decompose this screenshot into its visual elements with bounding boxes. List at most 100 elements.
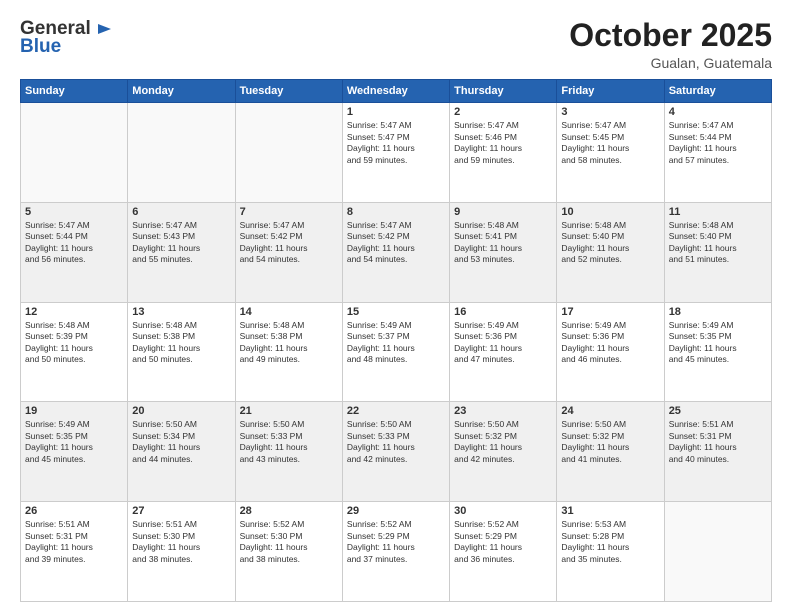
calendar-week-row: 5 Sunrise: 5:47 AM Sunset: 5:44 PM Daylig… xyxy=(21,202,772,302)
day-info: Sunrise: 5:51 AM Sunset: 5:31 PM Dayligh… xyxy=(669,419,767,465)
day-info: Sunrise: 5:52 AM Sunset: 5:29 PM Dayligh… xyxy=(347,519,445,565)
weekday-header: Monday xyxy=(128,80,235,103)
day-number: 25 xyxy=(669,405,767,417)
calendar-cell: 17 Sunrise: 5:49 AM Sunset: 5:36 PM Dayli… xyxy=(557,302,664,402)
calendar-cell: 14Sunrise: 5:48 AM Sunset: 5:38 PM Dayli… xyxy=(235,302,342,402)
calendar-cell: 1 Sunrise: 5:47 AM Sunset: 5:47 PM Daylig… xyxy=(342,103,449,203)
day-number: 27 xyxy=(132,505,230,517)
day-info: Sunrise: 5:47 AM Sunset: 5:44 PM Dayligh… xyxy=(669,120,767,166)
calendar-cell: 8Sunrise: 5:47 AM Sunset: 5:42 PM Daylig… xyxy=(342,202,449,302)
day-number: 28 xyxy=(240,505,338,517)
header: General Blue October 2025 Gualan, Guatem… xyxy=(20,18,772,71)
calendar-cell: 21 Sunrise: 5:50 AM Sunset: 5:33 PM Dayli… xyxy=(235,402,342,502)
day-number: 30 xyxy=(454,505,552,517)
day-number: 6 xyxy=(132,206,230,218)
calendar-cell: 10Sunrise: 5:48 AM Sunset: 5:40 PM Dayli… xyxy=(557,202,664,302)
day-number: 5 xyxy=(25,206,123,218)
day-number: 19 xyxy=(25,405,123,417)
day-info: Sunrise: 5:49 AM Sunset: 5:36 PM Dayligh… xyxy=(454,320,552,366)
calendar-week-row: 26Sunrise: 5:51 AM Sunset: 5:31 PM Dayli… xyxy=(21,502,772,602)
day-number: 18 xyxy=(669,306,767,318)
day-info: Sunrise: 5:49 AM Sunset: 5:37 PM Dayligh… xyxy=(347,320,445,366)
day-info: Sunrise: 5:52 AM Sunset: 5:29 PM Dayligh… xyxy=(454,519,552,565)
calendar-cell: 3 Sunrise: 5:47 AM Sunset: 5:45 PM Daylig… xyxy=(557,103,664,203)
calendar-cell: 15 Sunrise: 5:49 AM Sunset: 5:37 PM Dayli… xyxy=(342,302,449,402)
calendar-cell: 19 Sunrise: 5:49 AM Sunset: 5:35 PM Dayli… xyxy=(21,402,128,502)
weekday-header: Tuesday xyxy=(235,80,342,103)
day-info: Sunrise: 5:48 AM Sunset: 5:41 PM Dayligh… xyxy=(454,220,552,266)
day-number: 12 xyxy=(25,306,123,318)
day-number: 3 xyxy=(561,106,659,118)
day-info: Sunrise: 5:47 AM Sunset: 5:47 PM Dayligh… xyxy=(347,120,445,166)
calendar-cell: 29 Sunrise: 5:52 AM Sunset: 5:29 PM Dayli… xyxy=(342,502,449,602)
day-info: Sunrise: 5:48 AM Sunset: 5:39 PM Dayligh… xyxy=(25,320,123,366)
day-number: 11 xyxy=(669,206,767,218)
day-number: 13 xyxy=(132,306,230,318)
day-number: 2 xyxy=(454,106,552,118)
calendar-cell: 31Sunrise: 5:53 AM Sunset: 5:28 PM Dayli… xyxy=(557,502,664,602)
calendar-cell: 6 Sunrise: 5:47 AM Sunset: 5:43 PM Daylig… xyxy=(128,202,235,302)
day-info: Sunrise: 5:48 AM Sunset: 5:38 PM Dayligh… xyxy=(132,320,230,366)
calendar-cell: 16 Sunrise: 5:49 AM Sunset: 5:36 PM Dayli… xyxy=(450,302,557,402)
calendar-cell: 26Sunrise: 5:51 AM Sunset: 5:31 PM Dayli… xyxy=(21,502,128,602)
day-info: Sunrise: 5:50 AM Sunset: 5:32 PM Dayligh… xyxy=(454,419,552,465)
day-info: Sunrise: 5:50 AM Sunset: 5:32 PM Dayligh… xyxy=(561,419,659,465)
day-number: 24 xyxy=(561,405,659,417)
day-info: Sunrise: 5:47 AM Sunset: 5:46 PM Dayligh… xyxy=(454,120,552,166)
day-number: 14 xyxy=(240,306,338,318)
calendar-cell: 9Sunrise: 5:48 AM Sunset: 5:41 PM Daylig… xyxy=(450,202,557,302)
day-info: Sunrise: 5:49 AM Sunset: 5:35 PM Dayligh… xyxy=(25,419,123,465)
calendar-cell: 23 Sunrise: 5:50 AM Sunset: 5:32 PM Dayli… xyxy=(450,402,557,502)
day-number: 7 xyxy=(240,206,338,218)
day-number: 29 xyxy=(347,505,445,517)
calendar-cell: 12 Sunrise: 5:48 AM Sunset: 5:39 PM Dayli… xyxy=(21,302,128,402)
calendar-cell xyxy=(21,103,128,203)
weekday-header: Friday xyxy=(557,80,664,103)
title-section: October 2025 Gualan, Guatemala xyxy=(569,18,772,71)
logo-blue: Blue xyxy=(20,36,61,58)
weekday-header: Thursday xyxy=(450,80,557,103)
weekday-header: Sunday xyxy=(21,80,128,103)
weekday-header: Wednesday xyxy=(342,80,449,103)
day-info: Sunrise: 5:50 AM Sunset: 5:33 PM Dayligh… xyxy=(240,419,338,465)
calendar-cell: 27Sunrise: 5:51 AM Sunset: 5:30 PM Dayli… xyxy=(128,502,235,602)
day-number: 31 xyxy=(561,505,659,517)
logo: General Blue xyxy=(20,18,111,58)
day-number: 4 xyxy=(669,106,767,118)
calendar-week-row: 19 Sunrise: 5:49 AM Sunset: 5:35 PM Dayli… xyxy=(21,402,772,502)
day-info: Sunrise: 5:47 AM Sunset: 5:43 PM Dayligh… xyxy=(132,220,230,266)
day-info: Sunrise: 5:48 AM Sunset: 5:40 PM Dayligh… xyxy=(669,220,767,266)
calendar-cell: 25 Sunrise: 5:51 AM Sunset: 5:31 PM Dayli… xyxy=(664,402,771,502)
calendar-cell: 30 Sunrise: 5:52 AM Sunset: 5:29 PM Dayli… xyxy=(450,502,557,602)
calendar-cell: 28 Sunrise: 5:52 AM Sunset: 5:30 PM Dayli… xyxy=(235,502,342,602)
calendar-header-row: SundayMondayTuesdayWednesdayThursdayFrid… xyxy=(21,80,772,103)
weekday-header: Saturday xyxy=(664,80,771,103)
calendar: SundayMondayTuesdayWednesdayThursdayFrid… xyxy=(20,79,772,602)
day-number: 26 xyxy=(25,505,123,517)
calendar-cell: 18 Sunrise: 5:49 AM Sunset: 5:35 PM Dayli… xyxy=(664,302,771,402)
day-info: Sunrise: 5:47 AM Sunset: 5:44 PM Dayligh… xyxy=(25,220,123,266)
day-info: Sunrise: 5:47 AM Sunset: 5:45 PM Dayligh… xyxy=(561,120,659,166)
calendar-cell xyxy=(664,502,771,602)
day-number: 22 xyxy=(347,405,445,417)
day-number: 1 xyxy=(347,106,445,118)
calendar-cell: 4 Sunrise: 5:47 AM Sunset: 5:44 PM Daylig… xyxy=(664,103,771,203)
day-number: 15 xyxy=(347,306,445,318)
day-number: 17 xyxy=(561,306,659,318)
month-title: October 2025 xyxy=(569,18,772,53)
day-info: Sunrise: 5:49 AM Sunset: 5:35 PM Dayligh… xyxy=(669,320,767,366)
day-number: 16 xyxy=(454,306,552,318)
calendar-cell xyxy=(128,103,235,203)
day-info: Sunrise: 5:49 AM Sunset: 5:36 PM Dayligh… xyxy=(561,320,659,366)
day-number: 20 xyxy=(132,405,230,417)
calendar-cell: 13 Sunrise: 5:48 AM Sunset: 5:38 PM Dayli… xyxy=(128,302,235,402)
day-info: Sunrise: 5:52 AM Sunset: 5:30 PM Dayligh… xyxy=(240,519,338,565)
calendar-cell: 20Sunrise: 5:50 AM Sunset: 5:34 PM Dayli… xyxy=(128,402,235,502)
location: Gualan, Guatemala xyxy=(569,55,772,71)
calendar-cell: 24 Sunrise: 5:50 AM Sunset: 5:32 PM Dayli… xyxy=(557,402,664,502)
calendar-week-row: 1 Sunrise: 5:47 AM Sunset: 5:47 PM Daylig… xyxy=(21,103,772,203)
calendar-cell: 2 Sunrise: 5:47 AM Sunset: 5:46 PM Daylig… xyxy=(450,103,557,203)
day-number: 21 xyxy=(240,405,338,417)
day-number: 23 xyxy=(454,405,552,417)
calendar-cell: 7Sunrise: 5:47 AM Sunset: 5:42 PM Daylig… xyxy=(235,202,342,302)
